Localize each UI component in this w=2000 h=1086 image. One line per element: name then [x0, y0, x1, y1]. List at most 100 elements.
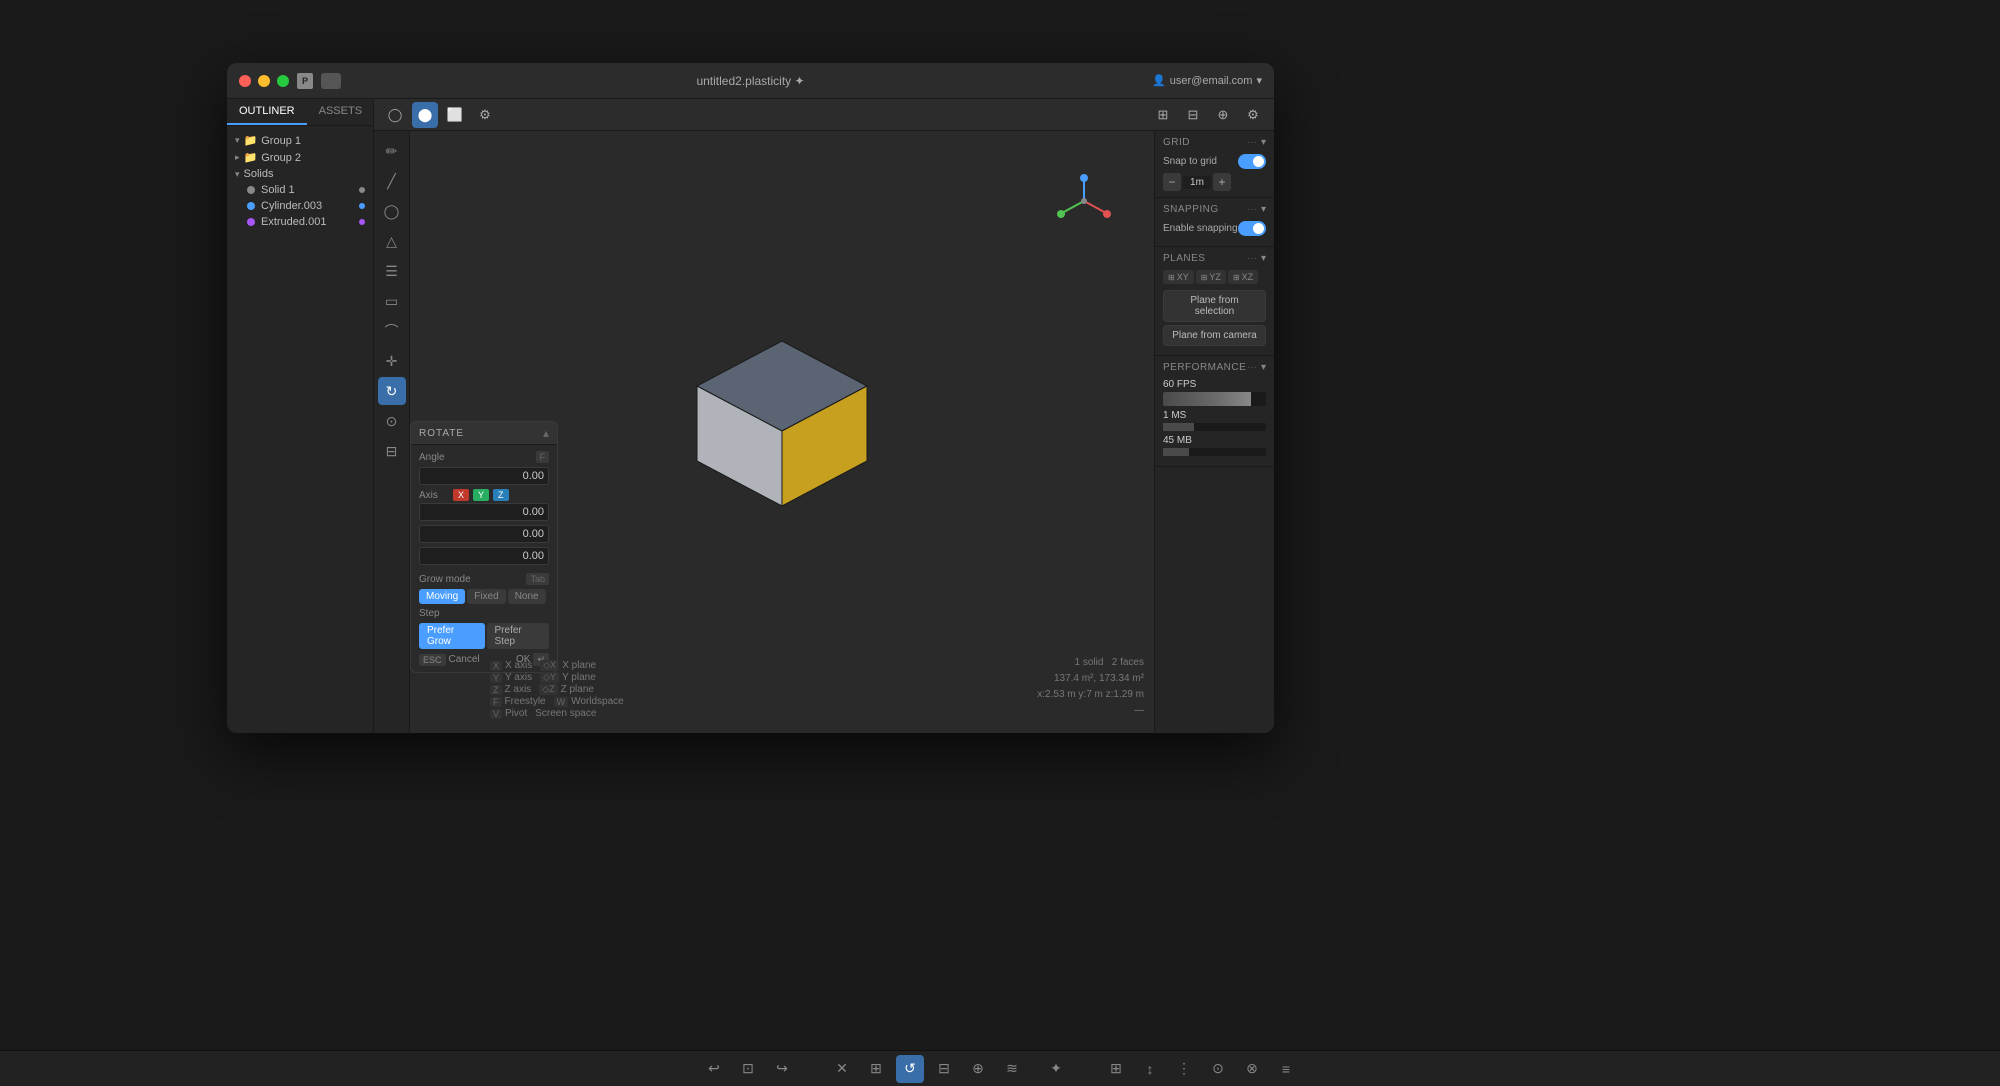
- tool-rotate[interactable]: ↻: [378, 377, 406, 405]
- cancel-button[interactable]: ESC Cancel: [419, 654, 480, 666]
- global-view6[interactable]: ≡: [1272, 1055, 1300, 1083]
- axis-y-input[interactable]: [419, 525, 549, 543]
- key-w: W: [554, 697, 569, 707]
- label-z-plane: Z plane: [561, 684, 594, 695]
- axis-z-input[interactable]: [419, 547, 549, 565]
- plane-from-camera-btn[interactable]: Plane from camera: [1163, 325, 1266, 346]
- global-rotate[interactable]: ↺: [896, 1055, 924, 1083]
- tree-item-solids[interactable]: ▾ Solids: [227, 166, 373, 182]
- axis-x-input[interactable]: [419, 503, 549, 521]
- tool-line[interactable]: ╱: [378, 167, 406, 195]
- toolbar-circle-filled[interactable]: ⬤: [412, 102, 438, 128]
- tool-triangle[interactable]: △: [378, 227, 406, 255]
- grid-collapse[interactable]: ▾: [1261, 137, 1266, 148]
- stepper-plus[interactable]: +: [1213, 173, 1231, 191]
- global-view4[interactable]: ⊙: [1204, 1055, 1232, 1083]
- viewport[interactable]: ROTATE ▴ Angle F: [410, 131, 1154, 733]
- global-view3[interactable]: ⋮: [1170, 1055, 1198, 1083]
- tool-curve[interactable]: ⌒: [378, 317, 406, 345]
- mode-fixed[interactable]: Fixed: [467, 589, 505, 604]
- global-star[interactable]: ✦: [1042, 1055, 1070, 1083]
- step-buttons: Prefer Grow Prefer Step: [419, 623, 549, 649]
- tool-layers[interactable]: ⊟: [378, 437, 406, 465]
- status-info: 1 solid 2 faces 137.4 m², 173.34 m² x:2.…: [1037, 655, 1144, 719]
- snapping-menu[interactable]: ···: [1247, 204, 1257, 215]
- tab-assets[interactable]: ASSETS: [307, 99, 374, 125]
- tool-rect[interactable]: ▭: [378, 287, 406, 315]
- planes-title: PLANES: [1163, 253, 1205, 264]
- grid-menu[interactable]: ···: [1247, 137, 1257, 148]
- performance-collapse[interactable]: ▾: [1261, 362, 1266, 373]
- global-scale[interactable]: ⊟: [930, 1055, 958, 1083]
- tree-item-solid1[interactable]: Solid 1: [227, 182, 373, 198]
- snap-toggle[interactable]: [1238, 154, 1266, 169]
- toolbar-settings[interactable]: ⚙: [1240, 102, 1266, 128]
- global-undo[interactable]: ↩: [700, 1055, 728, 1083]
- fullscreen-button[interactable]: [277, 75, 289, 87]
- plane-xy[interactable]: ⊞ XY: [1163, 270, 1194, 284]
- tree-item-group2[interactable]: ▸ 📁 Group 2: [227, 149, 373, 166]
- tree-item-group1[interactable]: ▾ 📁 Group 1: [227, 132, 373, 149]
- global-grid[interactable]: ⊡: [734, 1055, 762, 1083]
- tab-outliner[interactable]: OUTLINER: [227, 99, 307, 125]
- tree-item-extruded001[interactable]: Extruded.001: [227, 214, 373, 230]
- user-dropdown-icon[interactable]: ▾: [1256, 74, 1262, 87]
- mode-none[interactable]: None: [508, 589, 546, 604]
- planes-menu[interactable]: ···: [1247, 253, 1257, 264]
- global-redo[interactable]: ↪: [768, 1055, 796, 1083]
- label-freestyle: Freestyle: [505, 696, 546, 707]
- angle-row: Angle F: [419, 451, 549, 463]
- viewport-gizmo[interactable]: [1054, 171, 1114, 234]
- plane-from-selection-btn[interactable]: Plane from selection: [1163, 290, 1266, 322]
- stepper-minus[interactable]: −: [1163, 173, 1181, 191]
- snapping-collapse[interactable]: ▾: [1261, 204, 1266, 215]
- plane-yz[interactable]: ⊞ YZ: [1196, 270, 1226, 284]
- snap-to-grid-row: Snap to grid: [1163, 154, 1266, 169]
- tool-scale[interactable]: ⊙: [378, 407, 406, 435]
- app-background: P untitled2.plasticity ✦ 👤 user@email.co…: [0, 0, 2000, 1086]
- toolbar-cursor[interactable]: ⊞: [1150, 102, 1176, 128]
- global-view1[interactable]: ⊞: [1102, 1055, 1130, 1083]
- grid-section: GRID ··· ▾ Snap to grid: [1155, 131, 1274, 198]
- rotate-close-btn[interactable]: ▴: [543, 426, 549, 440]
- tool-pen[interactable]: ✏: [378, 137, 406, 165]
- minimize-button[interactable]: [258, 75, 270, 87]
- axis-y-btn[interactable]: Y: [473, 489, 489, 501]
- toolbar-square[interactable]: ⬜: [442, 102, 468, 128]
- ms-bar-container: 1 MS: [1163, 410, 1266, 431]
- grid-section-header: GRID ··· ▾: [1163, 137, 1266, 148]
- global-select[interactable]: ✕: [828, 1055, 856, 1083]
- key-ox: ◇X: [540, 660, 559, 671]
- axis-z-btn[interactable]: Z: [493, 489, 509, 501]
- global-view2[interactable]: ↕: [1136, 1055, 1164, 1083]
- global-snap[interactable]: ≋: [998, 1055, 1026, 1083]
- plane-xz[interactable]: ⊞ XZ: [1228, 270, 1258, 284]
- performance-menu[interactable]: ···: [1247, 362, 1257, 373]
- toolbar-gear[interactable]: ⚙: [472, 102, 498, 128]
- mode-moving[interactable]: Moving: [419, 589, 465, 604]
- global-view5[interactable]: ⊗: [1238, 1055, 1266, 1083]
- planes-section: PLANES ··· ▾ ⊞ XY: [1155, 247, 1274, 356]
- global-add[interactable]: ⊕: [964, 1055, 992, 1083]
- label-screenspace: Screen space: [535, 708, 596, 719]
- prefer-grow-btn[interactable]: Prefer Grow: [419, 623, 485, 649]
- left-sidebar: OUTLINER ASSETS ▾ 📁 Group 1: [227, 99, 374, 733]
- planes-collapse[interactable]: ▾: [1261, 253, 1266, 264]
- angle-input[interactable]: [419, 467, 549, 485]
- toolbar-grid-view[interactable]: ⊕: [1210, 102, 1236, 128]
- toolbar-circle[interactable]: ◯: [382, 102, 408, 128]
- planes-section-header: PLANES ··· ▾: [1163, 253, 1266, 264]
- toolbar-multi-cursor[interactable]: ⊟: [1180, 102, 1206, 128]
- mb-bar-fill: [1163, 448, 1189, 456]
- snapping-toggle[interactable]: [1238, 221, 1266, 236]
- axis-x-btn[interactable]: X: [453, 489, 469, 501]
- sidebar-toggle[interactable]: [321, 73, 341, 89]
- tool-stack[interactable]: ☰: [378, 257, 406, 285]
- tree-item-cylinder003[interactable]: Cylinder.003: [227, 198, 373, 214]
- global-transform[interactable]: ⊞: [862, 1055, 890, 1083]
- tool-transform[interactable]: ✛: [378, 347, 406, 375]
- fps-bar-container: 60 FPS: [1163, 379, 1266, 406]
- prefer-step-btn[interactable]: Prefer Step: [487, 623, 549, 649]
- close-button[interactable]: [239, 75, 251, 87]
- tool-circle[interactable]: ◯: [378, 197, 406, 225]
